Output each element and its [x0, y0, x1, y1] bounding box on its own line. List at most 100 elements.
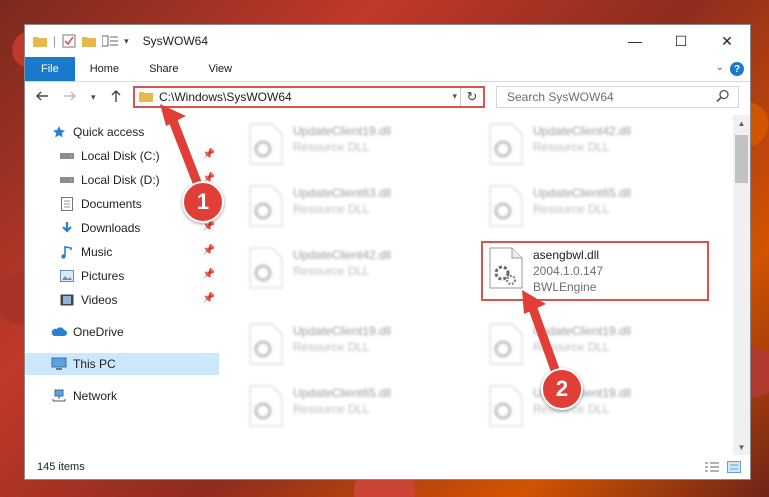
dll-file-icon: [249, 385, 283, 427]
sidebar-item-label: Local Disk (C:): [81, 149, 160, 163]
sidebar-item-local-disk-c[interactable]: Local Disk (C:) 📌: [25, 145, 219, 167]
dll-file-icon: [489, 323, 523, 365]
documents-icon: [59, 196, 75, 212]
refresh-icon[interactable]: ↻: [460, 88, 483, 106]
new-folder-icon[interactable]: [82, 35, 97, 47]
view-switcher: [698, 460, 742, 474]
sidebar-item-label: Documents: [81, 197, 142, 211]
file-name: UpdateClient19.dll: [293, 124, 392, 138]
file-item[interactable]: UpdateClient42.dll Resource DLL: [249, 243, 469, 295]
videos-icon: [59, 292, 75, 308]
folder-icon[interactable]: [33, 35, 47, 47]
pin-icon[interactable]: 📌: [203, 245, 215, 256]
address-path[interactable]: C:\Windows\SysWOW64: [159, 90, 292, 104]
tab-share[interactable]: Share: [134, 57, 193, 81]
computer-icon: [51, 356, 67, 372]
file-description: Resource DLL: [293, 402, 370, 416]
expand-ribbon-icon[interactable]: ⌄: [716, 62, 724, 73]
file-description: Resource DLL: [293, 140, 370, 154]
sidebar-item-onedrive[interactable]: OneDrive: [25, 321, 219, 343]
file-item[interactable]: UpdateClient19.dll Resource DLL: [249, 319, 469, 371]
sidebar-item-network[interactable]: Network: [25, 385, 219, 407]
toolbar-separator: |: [53, 34, 57, 48]
sidebar-item-music[interactable]: Music 📌: [25, 241, 219, 263]
file-item[interactable]: UpdateClient65.dll Resource DLL: [249, 381, 469, 433]
file-item[interactable]: UpdateClient19.dllResource DLL: [489, 381, 709, 433]
help-icon[interactable]: ?: [730, 62, 744, 76]
file-description: Resource DLL: [293, 202, 370, 216]
file-item[interactable]: UpdateClient63.dll Resource DLL: [249, 181, 469, 233]
file-item[interactable]: UpdateClient19.dll Resource DLL: [489, 319, 709, 371]
file-item[interactable]: UpdateClient65.dll Resource DLL: [489, 181, 709, 233]
file-description: Resource DLL: [293, 340, 370, 354]
tab-home[interactable]: Home: [75, 57, 134, 81]
forward-arrow-icon[interactable]: [63, 89, 77, 106]
details-view-icon[interactable]: [704, 460, 720, 474]
recent-locations-icon[interactable]: ▾: [91, 92, 96, 103]
scrollbar-thumb[interactable]: [735, 135, 748, 183]
view-options-icon[interactable]: [102, 35, 119, 47]
file-description: Resource DLL: [533, 140, 610, 154]
address-bar[interactable]: C:\Windows\SysWOW64 ▾ ↻: [133, 86, 485, 108]
pin-icon[interactable]: 📌: [203, 149, 215, 160]
vertical-scrollbar[interactable]: ▲ ▼: [733, 115, 750, 455]
file-highlight-box: [481, 241, 709, 301]
file-name: UpdateClient19.dll: [533, 324, 632, 338]
tab-view[interactable]: View: [193, 57, 247, 81]
file-item[interactable]: UpdateClient19.dll Resource DLL: [249, 119, 469, 171]
ribbon-tabs: File Home Share View ⌄ ?: [25, 57, 750, 82]
scroll-down-icon[interactable]: ▼: [733, 439, 750, 455]
pin-icon[interactable]: 📌: [203, 269, 215, 280]
sidebar-item-label: Music: [81, 245, 113, 259]
folder-icon: [139, 90, 153, 105]
sidebar-item-downloads[interactable]: Downloads 📌: [25, 217, 219, 239]
sidebar-item-this-pc[interactable]: This PC: [25, 353, 219, 375]
dll-file-icon: [489, 385, 523, 427]
item-count: 145 items: [37, 461, 85, 473]
sidebar-item-label: OneDrive: [73, 325, 124, 339]
file-name: UpdateClient19.dll: [293, 324, 392, 338]
sidebar-item-pictures[interactable]: Pictures 📌: [25, 265, 219, 287]
navigation-pane: Quick access Local Disk (C:) 📌 Local Dis…: [25, 121, 219, 441]
scroll-up-icon[interactable]: ▲: [733, 115, 750, 131]
quick-access-toolbar: | ▾: [33, 34, 135, 48]
sidebar-item-label: Network: [73, 389, 118, 403]
sidebar-item-videos[interactable]: Videos 📌: [25, 289, 219, 311]
file-name: UpdateClient63.dll: [293, 186, 392, 200]
back-arrow-icon[interactable]: [35, 89, 49, 106]
dll-file-icon: [489, 123, 523, 165]
status-bar: 145 items: [25, 455, 750, 479]
pin-icon[interactable]: 📌: [203, 293, 215, 304]
network-icon: [51, 388, 67, 404]
star-icon: [51, 124, 67, 140]
maximize-button[interactable]: ☐: [658, 25, 704, 57]
customize-toolbar-icon[interactable]: ▾: [124, 36, 129, 47]
step-marker-2: 2: [541, 368, 583, 410]
file-item[interactable]: UpdateClient42.dll Resource DLL: [489, 119, 709, 171]
window-title: SysWOW64: [142, 34, 208, 48]
sidebar-item-label: This PC: [73, 357, 116, 371]
file-name: UpdateClient65.dll: [533, 186, 632, 200]
explorer-window: | ▾ SysWOW64 — ☐ ✕ File Home Share View …: [24, 24, 751, 480]
up-arrow-icon[interactable]: [109, 89, 123, 106]
sidebar-item-quick-access[interactable]: Quick access: [25, 121, 219, 143]
file-name: UpdateClient42.dll: [533, 124, 632, 138]
music-icon: [59, 244, 75, 260]
sidebar-item-label: Downloads: [81, 221, 141, 235]
large-icons-view-icon[interactable]: [726, 460, 742, 474]
title-bar: | ▾ SysWOW64 — ☐ ✕: [25, 25, 750, 57]
file-description: Resource DLL: [533, 340, 610, 354]
search-icon[interactable]: [716, 89, 730, 106]
properties-icon[interactable]: [62, 34, 76, 48]
cloud-icon: [51, 324, 67, 340]
downloads-icon: [59, 220, 75, 236]
file-name: UpdateClient42.dll: [293, 248, 392, 262]
tab-file[interactable]: File: [25, 57, 75, 81]
minimize-button[interactable]: —: [612, 25, 658, 57]
address-dropdown-icon[interactable]: ▾: [452, 91, 457, 102]
search-input[interactable]: [505, 87, 709, 107]
search-box[interactable]: [496, 86, 739, 108]
dll-file-icon: [249, 185, 283, 227]
file-description: Resource DLL: [533, 202, 610, 216]
close-button[interactable]: ✕: [704, 25, 750, 57]
